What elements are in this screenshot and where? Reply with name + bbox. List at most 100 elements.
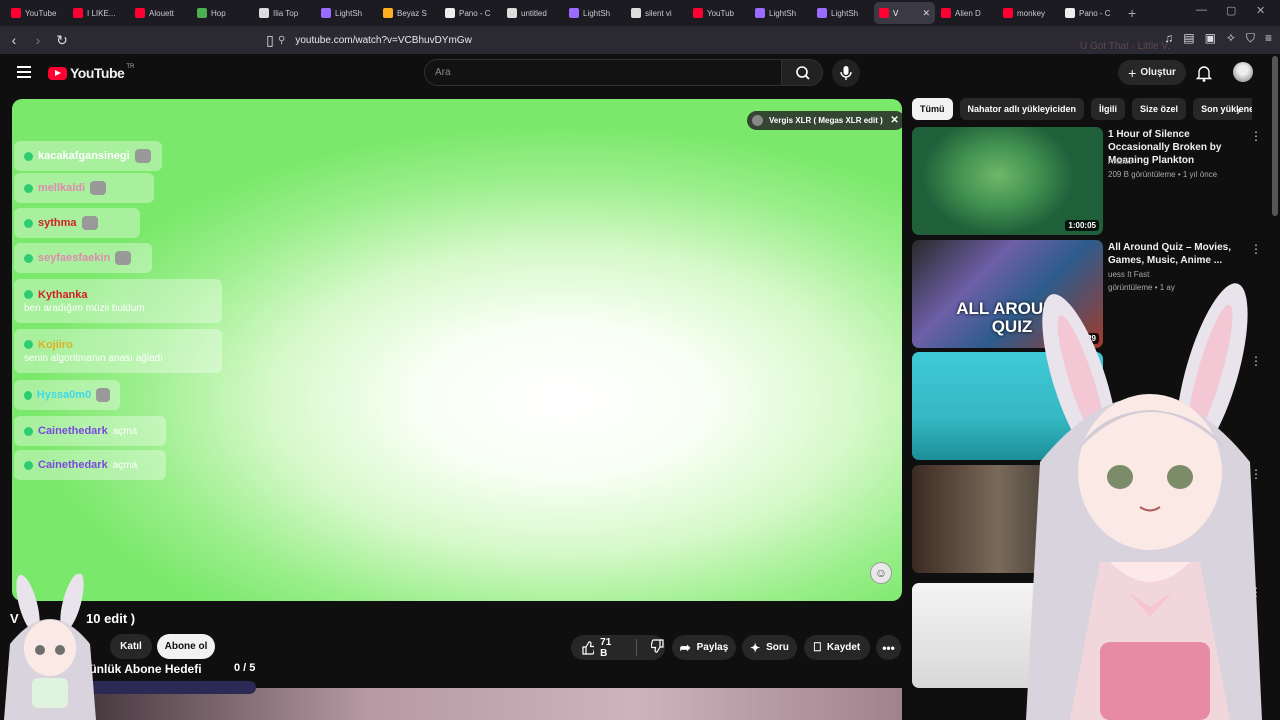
chat-message: Kythanka ben aradığım müzii buldum — [14, 279, 222, 323]
tab-label: LightSh — [831, 8, 859, 18]
like-divider — [636, 639, 637, 656]
filter-chip[interactable]: Son yüklenenler — [1193, 98, 1252, 120]
browser-tab[interactable]: untitled — [502, 2, 563, 24]
sub-goal-bar — [80, 681, 256, 694]
new-tab-button[interactable]: + — [1128, 5, 1136, 21]
chat-message: sythma — [14, 208, 140, 238]
search-button[interactable] — [781, 59, 823, 86]
chat-badge-icon — [24, 426, 33, 436]
minimize-icon[interactable]: — — [1196, 4, 1207, 16]
chat-username: Kojiiro — [38, 338, 73, 351]
subscribe-button[interactable]: Abone ol — [157, 634, 215, 659]
like-button[interactable]: 71 B — [581, 637, 620, 659]
browser-tab[interactable]: Beyaz S — [378, 2, 439, 24]
wallet-icon[interactable]: ▣ — [1205, 31, 1216, 46]
tab-favicon-icon — [507, 8, 517, 18]
video-meta: 209 B görüntüleme • 1 yıl önce — [1108, 170, 1218, 179]
browser-tab[interactable]: V ✕ — [874, 2, 935, 24]
join-button[interactable]: Katıl — [110, 634, 152, 659]
filter-chip[interactable]: Tümü — [912, 98, 953, 120]
page-scrollbar[interactable] — [1272, 56, 1278, 216]
filter-chip[interactable]: Size özel — [1132, 98, 1187, 120]
notifications-button[interactable] — [1195, 64, 1213, 87]
chevron-right-icon[interactable]: › — [1236, 102, 1241, 118]
plus-icon: + — [1128, 64, 1137, 81]
tab-close-icon[interactable]: ✕ — [922, 8, 930, 19]
tab-label: Hop — [211, 8, 226, 18]
tab-favicon-icon — [693, 8, 703, 18]
chip-label: Vergis XLR ( Megas XLR edit ) — [769, 116, 883, 125]
browser-tab[interactable]: YouTube — [6, 2, 67, 24]
url-text: youtube.com/watch?v=VCBhuvDYmGw — [295, 34, 472, 46]
filter-chip[interactable]: İlgili — [1091, 98, 1126, 120]
video-menu-icon[interactable]: ⋮ — [1250, 129, 1262, 143]
create-label: Oluştur — [1140, 67, 1176, 78]
more-actions-button[interactable]: ••• — [876, 635, 901, 660]
browser-tab[interactable]: LightSh — [564, 2, 625, 24]
youtube-play-icon — [48, 66, 67, 80]
maximize-icon[interactable]: ▢ — [1226, 4, 1236, 17]
account-avatar[interactable] — [1233, 62, 1253, 82]
close-window-icon[interactable]: ✕ — [1256, 4, 1265, 17]
browser-navbar: ‹ › ↻ ▯ ⚲ youtube.com/watch?v=VCBhuvDYmG… — [0, 26, 1280, 54]
channel-watermark[interactable]: ☺ — [870, 562, 892, 584]
youtube-logo[interactable]: YouTube TR — [48, 64, 135, 81]
browser-tab[interactable]: Pano - C — [440, 2, 501, 24]
tab-label: Pano - C — [459, 8, 491, 18]
browser-tab[interactable]: YouTub — [688, 2, 749, 24]
browser-tab[interactable]: LightSh — [316, 2, 377, 24]
browser-tab[interactable]: Alien D — [936, 2, 997, 24]
shield-icon[interactable]: ⛉ — [1246, 31, 1255, 46]
sidebar-icon[interactable]: ▤ — [1183, 31, 1194, 46]
save-button[interactable]: ⎕ Kaydet — [804, 635, 870, 660]
now-playing-chip[interactable]: Vergis XLR ( Megas XLR edit ) ✕ — [747, 111, 902, 130]
sparkle-icon: ✦ — [750, 640, 761, 655]
site-info-icon[interactable]: ⚲ — [278, 35, 285, 46]
browser-tab[interactable]: LightSh — [812, 2, 873, 24]
tab-label: untitled — [521, 8, 547, 18]
chat-badge-icon — [24, 218, 33, 228]
music-icon[interactable]: ♫ — [1164, 31, 1173, 46]
menu-icon[interactable]: ≡ — [1265, 31, 1272, 46]
voice-search-button[interactable] — [832, 59, 860, 87]
browser-tab[interactable]: silent vi — [626, 2, 687, 24]
chat-emote-icon — [90, 181, 107, 195]
browser-tab[interactable]: Ilia Top — [254, 2, 315, 24]
back-icon[interactable]: ‹ — [4, 32, 24, 48]
channel-name[interactable]: Anakki — [1108, 157, 1240, 166]
browser-tab[interactable]: Alouett — [130, 2, 191, 24]
video-menu-icon[interactable]: ⋮ — [1250, 242, 1262, 256]
logo-country: TR — [126, 64, 135, 70]
bell-icon — [1195, 66, 1213, 82]
reload-icon[interactable]: ↻ — [52, 32, 72, 49]
video-thumbnail[interactable]: 1:00:05 — [912, 127, 1103, 235]
share-button[interactable]: ➦ Paylaş — [672, 635, 736, 660]
chat-badge-icon — [24, 151, 33, 161]
chat-emote-icon — [81, 216, 98, 230]
sparkle-icon[interactable]: ✧ — [1226, 31, 1236, 46]
tab-label: LightSh — [583, 8, 611, 18]
chat-username: sythma — [38, 217, 77, 229]
browser-tab[interactable]: Pano - C — [1060, 2, 1121, 24]
tab-label: YouTube — [25, 8, 57, 18]
browser-tab[interactable]: Hop — [192, 2, 253, 24]
dislike-button[interactable] — [650, 639, 665, 656]
filter-chip[interactable]: Nahator adlı yükleyiciden — [959, 98, 1085, 120]
bookmark-icon[interactable]: ▯ — [260, 32, 280, 49]
browser-tab-strip: YouTube I LIKE... Alouett Hop Ilia Top LightS… — [0, 0, 1280, 26]
browser-tab[interactable]: I LIKE... — [68, 2, 129, 24]
url-bar[interactable]: ⚲ youtube.com/watch?v=VCBhuvDYmGw — [278, 29, 1012, 51]
chat-text: açma — [112, 425, 138, 437]
browser-tab[interactable]: LightSh — [750, 2, 811, 24]
browser-tab[interactable]: monkey — [998, 2, 1059, 24]
search-input[interactable]: Ara — [424, 59, 782, 86]
tab-favicon-icon — [73, 8, 83, 18]
join-label: Katıl — [120, 641, 142, 652]
chat-badge-icon — [24, 340, 33, 349]
forward-icon[interactable]: › — [28, 32, 48, 48]
guide-menu-icon[interactable] — [17, 66, 31, 78]
ask-button[interactable]: ✦ Soru — [742, 635, 797, 660]
create-button[interactable]: + Oluştur — [1118, 60, 1186, 85]
tab-favicon-icon — [755, 8, 765, 18]
close-icon[interactable]: ✕ — [890, 111, 898, 130]
